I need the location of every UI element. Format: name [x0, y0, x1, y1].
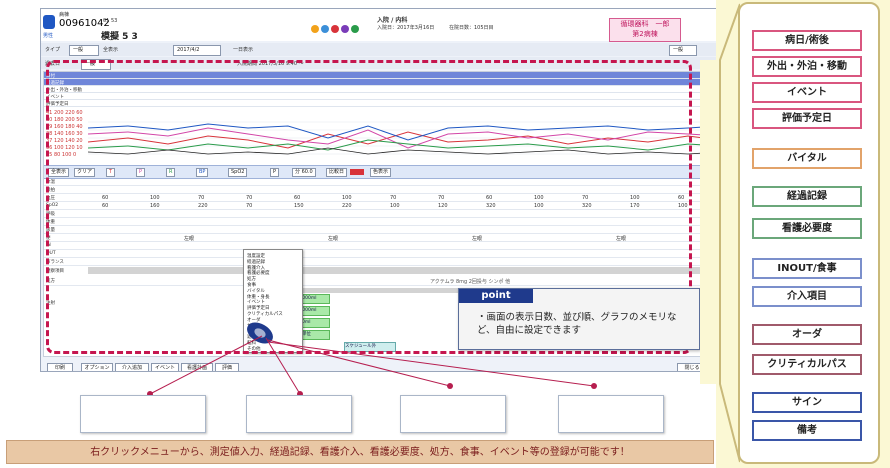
category-5: 経過記録	[752, 186, 862, 207]
category-3: 評価予定日	[752, 108, 862, 129]
thumbnail-screen-2	[246, 395, 352, 433]
callout-dot	[591, 383, 597, 389]
category-2: イベント	[752, 82, 862, 103]
thumbnail-screen-4	[558, 395, 664, 433]
category-11: サイン	[752, 392, 862, 413]
category-7: INOUT/食事	[752, 258, 862, 279]
bottom-banner: 右クリックメニューから、測定値入力、経過記録、看護介入、看護必要度、処方、食事、…	[6, 440, 714, 464]
category-8: 介入項目	[752, 286, 862, 307]
point-tag: point	[459, 289, 533, 303]
point-callout: point ・画面の表示日数、並び順、グラフのメモリなど、自由に設定できます	[458, 288, 700, 350]
category-12: 備考	[752, 420, 862, 441]
category-1: 外出・外泊・移動	[752, 56, 862, 77]
panel-bracket	[700, 3, 740, 463]
point-text: ・画面の表示日数、並び順、グラフのメモリなど、自由に設定できます	[477, 312, 677, 336]
category-10: クリティカルパス	[752, 354, 862, 375]
category-0: 病日/術後	[752, 30, 862, 51]
category-9: オーダ	[752, 324, 862, 345]
category-6: 看護必要度	[752, 218, 862, 239]
thumbnail-screen-3	[400, 395, 506, 433]
thumbnail-screen-1	[80, 395, 206, 433]
callout-dot	[447, 383, 453, 389]
category-4: バイタル	[752, 148, 862, 169]
